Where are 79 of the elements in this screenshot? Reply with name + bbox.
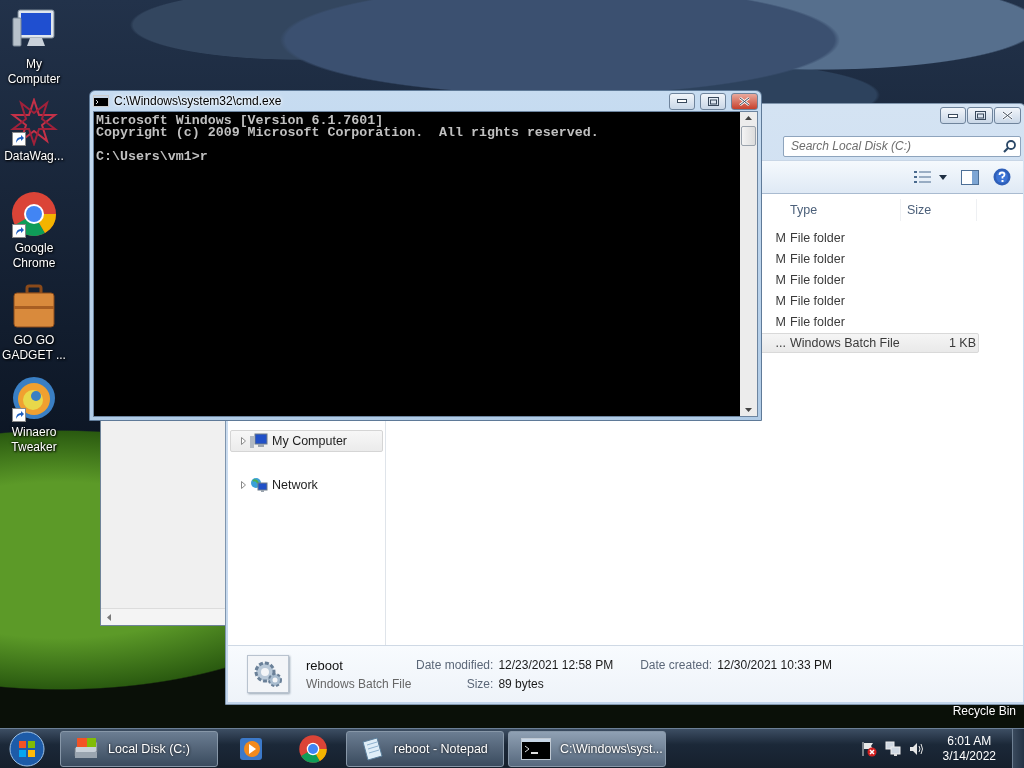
taskbar-button[interactable]: C:\Windows\syst... bbox=[508, 730, 666, 767]
up-arrow-icon bbox=[745, 116, 752, 120]
windows-logo-icon bbox=[9, 730, 45, 767]
minimize-icon bbox=[677, 99, 687, 103]
scrollbar[interactable] bbox=[101, 608, 225, 625]
nav-item[interactable]: Network bbox=[230, 474, 383, 496]
file-row[interactable]: M File folder bbox=[759, 312, 979, 332]
view-options-button[interactable] bbox=[914, 170, 947, 184]
nav-item[interactable]: My Computer bbox=[230, 430, 383, 452]
chrome-icon bbox=[10, 190, 58, 238]
notepad-icon bbox=[359, 735, 385, 762]
maximize-icon bbox=[707, 96, 719, 106]
batch-file-icon bbox=[247, 655, 289, 693]
maximize-button[interactable] bbox=[967, 107, 993, 124]
close-icon bbox=[1002, 111, 1013, 120]
field-value: 12/30/2021 10:33 PM bbox=[717, 657, 832, 672]
file-row[interactable]: M File folder bbox=[759, 270, 979, 290]
scrollbar[interactable] bbox=[740, 112, 757, 416]
desktop-shortcut[interactable]: Winaero Tweaker bbox=[0, 374, 68, 466]
scroll-thumb[interactable] bbox=[741, 126, 756, 146]
console-icon bbox=[93, 95, 109, 107]
console-line: Microsoft Windows [Version 6.1.7601] bbox=[96, 115, 384, 127]
caret-icon bbox=[939, 174, 947, 180]
swirl-icon bbox=[10, 374, 58, 422]
field-value: 12/23/2021 12:58 PM bbox=[498, 657, 614, 672]
network-icon bbox=[250, 477, 268, 493]
desktop-shortcut[interactable]: Google Chrome bbox=[0, 190, 68, 282]
expand-arrow-icon bbox=[241, 481, 246, 489]
search-icon bbox=[1003, 139, 1016, 153]
file-name: reboot bbox=[306, 657, 344, 673]
close-button[interactable] bbox=[994, 107, 1021, 124]
flag-icon[interactable] bbox=[860, 740, 877, 757]
window-title: C:\Windows\system32\cmd.exe bbox=[114, 94, 283, 108]
field-label: Date created: bbox=[640, 657, 713, 672]
left-arrow-icon bbox=[107, 613, 112, 621]
close-icon bbox=[739, 96, 750, 106]
desktop-label: Recycle Bin bbox=[952, 704, 1016, 718]
pane-icon bbox=[961, 169, 979, 185]
taskbar-button[interactable]: Local Disk (C:) bbox=[60, 730, 218, 767]
minimize-button[interactable] bbox=[669, 92, 695, 110]
console-line: C:\Users\vm1>r bbox=[96, 151, 209, 163]
file-row[interactable]: M File folder bbox=[759, 228, 979, 248]
clock[interactable]: 6:01 AM 3/14/2022 bbox=[942, 733, 996, 764]
console-area[interactable]: Microsoft Windows [Version 6.1.7601] Copyright (c) 2009 Microsoft Corporation. All rights reserved. C:\Users\vm1>r bbox=[94, 112, 740, 416]
field-label: Date modified: bbox=[416, 657, 494, 672]
console-line: Copyright (c) 2009 Microsoft Corporation. All rights reserved. bbox=[96, 127, 600, 139]
file-row[interactable]: M File folder bbox=[759, 249, 979, 269]
details-view-icon bbox=[914, 170, 931, 184]
down-arrow-icon bbox=[745, 408, 752, 412]
preview-pane-button[interactable] bbox=[961, 169, 979, 185]
network-icon[interactable] bbox=[884, 740, 901, 757]
minimize-button[interactable] bbox=[940, 107, 966, 124]
maximize-icon bbox=[974, 111, 986, 120]
media-player-icon bbox=[238, 735, 264, 762]
star-pattern-icon bbox=[10, 98, 58, 146]
drive-icon bbox=[73, 737, 99, 760]
maximize-button[interactable] bbox=[700, 92, 726, 110]
computer-icon bbox=[250, 433, 268, 449]
console-icon bbox=[521, 737, 551, 760]
field-label: Size: bbox=[465, 676, 494, 691]
column-header[interactable]: Size bbox=[901, 199, 977, 221]
expand-arrow-icon bbox=[241, 437, 246, 445]
desktop-shortcut[interactable]: DataWag... bbox=[0, 98, 68, 190]
chrome-icon bbox=[298, 733, 328, 764]
close-button[interactable] bbox=[731, 92, 758, 110]
column-header[interactable]: Type bbox=[787, 199, 901, 221]
search-field[interactable]: Search Local Disk (C:) bbox=[783, 135, 1021, 157]
briefcase-icon bbox=[10, 282, 58, 330]
show-desktop-button[interactable] bbox=[1012, 729, 1024, 768]
help-icon bbox=[993, 168, 1011, 186]
help-button[interactable] bbox=[993, 168, 1011, 186]
field-value: 89 bytes bbox=[498, 676, 545, 691]
file-type: Windows Batch File bbox=[306, 676, 413, 691]
file-row[interactable]: ... Windows Batch File 1 KB bbox=[759, 333, 979, 353]
file-row[interactable]: M File folder bbox=[759, 291, 979, 311]
desktop-shortcut[interactable]: GO GO GADGET ... bbox=[0, 282, 68, 374]
desktop-shortcut[interactable]: My Computer bbox=[0, 6, 68, 98]
minimize-icon bbox=[948, 113, 958, 118]
taskbar-button[interactable]: reboot - Notepad bbox=[346, 730, 504, 767]
